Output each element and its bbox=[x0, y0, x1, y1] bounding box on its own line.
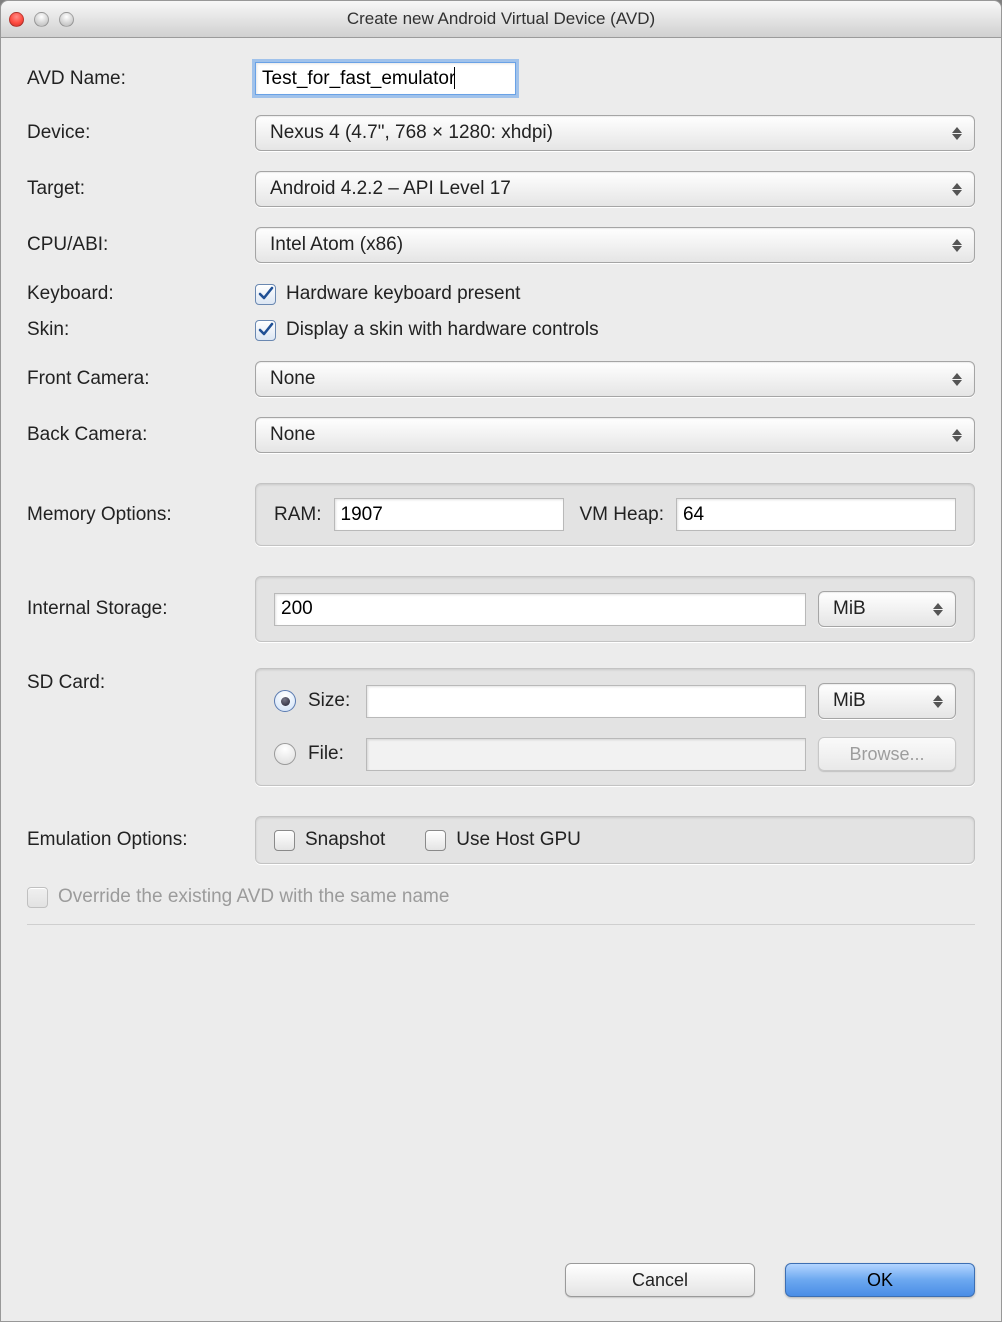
sd-unit-value: MiB bbox=[833, 690, 866, 712]
form-content: AVD Name: Test_for_fast_emulator Device:… bbox=[1, 38, 1001, 925]
sd-card-group: Size: MiB File: Browse... bbox=[255, 668, 975, 786]
ram-label: RAM: bbox=[274, 504, 322, 526]
browse-button: Browse... bbox=[818, 737, 956, 771]
separator bbox=[27, 924, 975, 925]
emulation-options-label: Emulation Options: bbox=[27, 829, 255, 851]
target-label: Target: bbox=[27, 178, 255, 200]
cpu-abi-combo-value: Intel Atom (x86) bbox=[270, 234, 403, 256]
window-title: Create new Android Virtual Device (AVD) bbox=[1, 9, 1001, 29]
internal-storage-label: Internal Storage: bbox=[27, 598, 255, 620]
ok-button[interactable]: OK bbox=[785, 1263, 975, 1297]
chevron-updown-icon bbox=[948, 116, 966, 150]
sd-size-input[interactable] bbox=[366, 685, 806, 718]
emulation-options-group: Snapshot Use Host GPU bbox=[255, 816, 975, 864]
memory-options-label: Memory Options: bbox=[27, 504, 255, 526]
chevron-updown-icon bbox=[948, 418, 966, 452]
front-camera-combo-value: None bbox=[270, 368, 315, 390]
back-camera-combo-value: None bbox=[270, 424, 315, 446]
checkbox-checked-icon bbox=[255, 320, 276, 341]
sd-size-label: Size: bbox=[308, 690, 354, 712]
checkbox-icon bbox=[425, 830, 446, 851]
skin-label: Skin: bbox=[27, 319, 255, 341]
device-label: Device: bbox=[27, 122, 255, 144]
cpu-abi-combo[interactable]: Intel Atom (x86) bbox=[255, 227, 975, 263]
back-camera-label: Back Camera: bbox=[27, 424, 255, 446]
sd-size-radio[interactable] bbox=[274, 690, 296, 712]
checkbox-icon bbox=[274, 830, 295, 851]
create-avd-window: Create new Android Virtual Device (AVD) … bbox=[0, 0, 1002, 1322]
sd-unit-combo[interactable]: MiB bbox=[818, 683, 956, 719]
internal-storage-unit-combo[interactable]: MiB bbox=[818, 591, 956, 627]
override-avd-checkbox: Override the existing AVD with the same … bbox=[27, 886, 449, 908]
back-camera-combo[interactable]: None bbox=[255, 417, 975, 453]
chevron-updown-icon bbox=[929, 592, 947, 626]
sd-file-label: File: bbox=[308, 743, 354, 765]
internal-storage-unit-value: MiB bbox=[833, 598, 866, 620]
vm-heap-label: VM Heap: bbox=[580, 504, 664, 526]
ram-input[interactable] bbox=[334, 498, 564, 531]
keyboard-checkbox[interactable]: Hardware keyboard present bbox=[255, 283, 520, 305]
use-host-gpu-checkbox-label: Use Host GPU bbox=[456, 829, 581, 851]
memory-options-group: RAM: VM Heap: bbox=[255, 483, 975, 546]
sd-card-label: SD Card: bbox=[27, 668, 255, 694]
cancel-button[interactable]: Cancel bbox=[565, 1263, 755, 1297]
use-host-gpu-checkbox[interactable]: Use Host GPU bbox=[425, 829, 581, 851]
checkbox-disabled-icon bbox=[27, 887, 48, 908]
checkbox-checked-icon bbox=[255, 284, 276, 305]
snapshot-checkbox-label: Snapshot bbox=[305, 829, 385, 851]
chevron-updown-icon bbox=[948, 228, 966, 262]
internal-storage-group: MiB bbox=[255, 576, 975, 642]
avd-name-label: AVD Name: bbox=[27, 68, 255, 90]
chevron-updown-icon bbox=[929, 684, 947, 718]
dialog-footer: Cancel OK bbox=[565, 1263, 975, 1297]
snapshot-checkbox[interactable]: Snapshot bbox=[274, 829, 385, 851]
cpu-abi-label: CPU/ABI: bbox=[27, 234, 255, 256]
radio-selected-icon bbox=[281, 697, 290, 706]
device-combo-value: Nexus 4 (4.7", 768 × 1280: xhdpi) bbox=[270, 122, 553, 144]
vm-heap-input[interactable] bbox=[676, 498, 956, 531]
target-combo[interactable]: Android 4.2.2 – API Level 17 bbox=[255, 171, 975, 207]
chevron-updown-icon bbox=[948, 362, 966, 396]
device-combo[interactable]: Nexus 4 (4.7", 768 × 1280: xhdpi) bbox=[255, 115, 975, 151]
keyboard-checkbox-label: Hardware keyboard present bbox=[286, 283, 520, 305]
chevron-updown-icon bbox=[948, 172, 966, 206]
skin-checkbox-label: Display a skin with hardware controls bbox=[286, 319, 599, 341]
override-avd-label: Override the existing AVD with the same … bbox=[58, 886, 449, 908]
internal-storage-input[interactable] bbox=[274, 593, 806, 626]
sd-file-radio[interactable] bbox=[274, 743, 296, 765]
titlebar: Create new Android Virtual Device (AVD) bbox=[1, 1, 1001, 38]
skin-checkbox[interactable]: Display a skin with hardware controls bbox=[255, 319, 599, 341]
target-combo-value: Android 4.2.2 – API Level 17 bbox=[270, 178, 511, 200]
front-camera-label: Front Camera: bbox=[27, 368, 255, 390]
avd-name-input[interactable] bbox=[255, 62, 516, 95]
keyboard-label: Keyboard: bbox=[27, 283, 255, 305]
sd-file-input bbox=[366, 738, 806, 771]
front-camera-combo[interactable]: None bbox=[255, 361, 975, 397]
